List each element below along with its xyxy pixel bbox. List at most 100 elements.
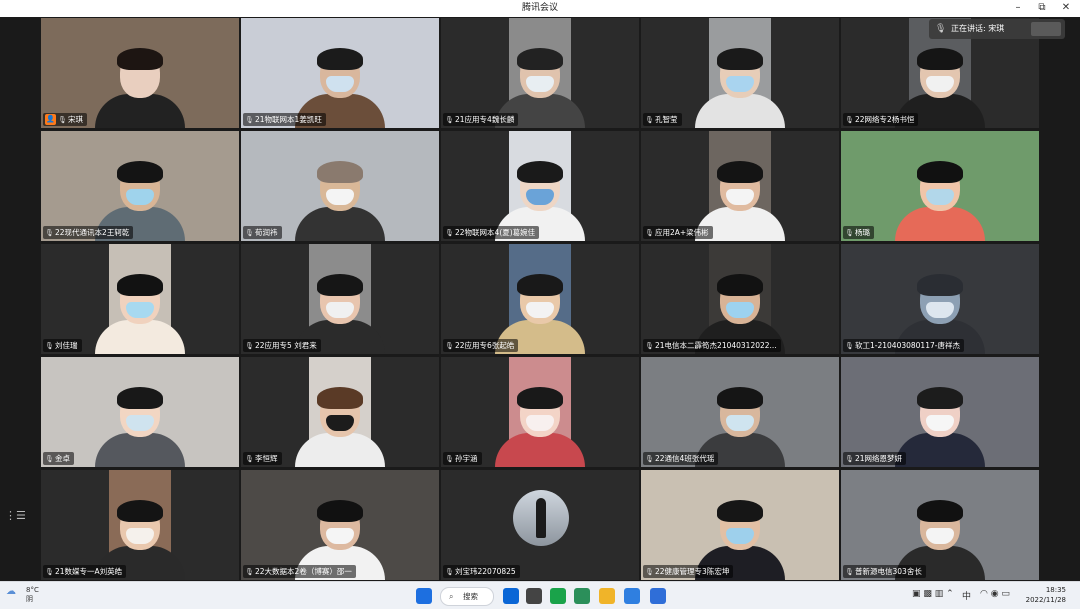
participant-name: 21电信本二霹笱杰21040312022... <box>655 341 777 350</box>
network-volume-battery-icons[interactable]: ◠ ◉ ▭ <box>980 589 1010 599</box>
close-button[interactable]: ✕ <box>1054 0 1078 17</box>
participant-tile[interactable]: 🎙金卓 <box>41 357 239 467</box>
participant-nametag: 👤 🎙宋琪 <box>43 113 87 126</box>
speaking-indicator: 🎙 正在讲话: 宋琪 <box>929 19 1065 39</box>
meeting-stage: 👤 🎙宋琪 🎙21物联网本1姜凯旺 🎙21应用专4魏长麟 🎙孔智莹 🎙22网络专2杨书恒 🎙… <box>0 17 1080 581</box>
mic-icon: 🎙 <box>445 455 454 463</box>
participant-figure <box>95 48 185 128</box>
participant-nametag: 🎙22大数据本2卷（博赛）邵一 <box>243 565 356 578</box>
participant-tile[interactable]: 🎙荀润祎 <box>241 131 439 241</box>
participant-tile[interactable]: 👤 🎙宋琪 <box>41 18 239 128</box>
participant-video <box>841 131 1039 241</box>
participant-nametag: 🎙22健康管理专3陈宏坤 <box>643 565 734 578</box>
participant-figure <box>95 387 185 467</box>
participant-video <box>641 470 839 580</box>
participant-name: 21物联网本1姜凯旺 <box>255 115 322 124</box>
participant-tile[interactable]: 🎙21电信本二霹笱杰21040312022... <box>641 244 839 354</box>
participant-nametag: 🎙孙宇涵 <box>443 452 482 465</box>
participant-figure <box>95 274 185 354</box>
title-bar: 腾讯会议 – ⧉ ✕ <box>0 0 1080 18</box>
participant-video <box>495 357 585 467</box>
participant-tile[interactable]: 🎙普新源电信303舍长 <box>841 470 1039 580</box>
edge-icon[interactable] <box>550 588 566 604</box>
participant-tile[interactable]: 🎙21数媒专一A刘英皓 <box>41 470 239 580</box>
participant-tile[interactable]: 🎙22应用专5 刘君来 <box>241 244 439 354</box>
participant-nametag: 🎙22应用专6张起皓 <box>443 339 519 352</box>
participant-figure <box>895 161 985 241</box>
participant-video <box>841 470 1039 580</box>
participant-tile[interactable]: 🎙孔智莹 <box>641 18 839 128</box>
speaking-label: 正在讲话: 宋琪 <box>951 24 1005 33</box>
mic-icon: 🎙 <box>58 116 67 124</box>
file-explorer-icon[interactable] <box>599 588 615 604</box>
participant-tile[interactable]: 🎙22现代通讯本2王轲乾 <box>41 131 239 241</box>
participant-tile[interactable]: 🎙刘佳瑞 <box>41 244 239 354</box>
participant-name: 普新源电信303舍长 <box>855 567 922 576</box>
mic-icon: 🎙 <box>245 229 254 237</box>
participant-name: 刘宝玮22070825 <box>455 567 516 576</box>
mic-icon: 🎙 <box>645 342 654 350</box>
participant-tile[interactable]: 🎙21物联网本1姜凯旺 <box>241 18 439 128</box>
participant-nametag: 🎙金卓 <box>43 452 74 465</box>
participant-name: 21数媒专一A刘英皓 <box>55 567 123 576</box>
taskbar-search[interactable]: ⌕ 搜索 <box>440 587 494 606</box>
mic-icon: 🎙 <box>45 342 54 350</box>
participant-tile[interactable]: 🎙软工1-210403080117-唐祥杰 <box>841 244 1039 354</box>
participant-name: 应用2A+梁伟彬 <box>655 228 709 237</box>
participant-tile[interactable]: 🎙杨璐 <box>841 131 1039 241</box>
participant-video <box>495 18 585 128</box>
mic-icon: 🎙 <box>845 568 854 576</box>
participant-tile[interactable]: 🎙孙宇涵 <box>441 357 639 467</box>
side-menu-icon[interactable]: ⋮☰ <box>5 509 26 522</box>
participant-tile[interactable]: 🎙刘宝玮22070825 <box>441 470 639 580</box>
participant-tile[interactable]: 🎙22物联网本4(夏)葛婉佳 <box>441 131 639 241</box>
participant-tile[interactable]: 🎙22健康管理专3陈宏坤 <box>641 470 839 580</box>
participant-video <box>641 357 839 467</box>
browser-icon[interactable] <box>574 588 590 604</box>
participant-video <box>695 131 785 241</box>
participant-nametag: 🎙软工1-210403080117-唐祥杰 <box>843 339 964 352</box>
tray-icons[interactable]: ▣ ▩ ▥ ⌃ <box>912 589 954 599</box>
participant-video <box>841 244 1039 354</box>
minimize-button[interactable]: – <box>1006 0 1030 17</box>
tencent-meeting-icon[interactable] <box>650 588 666 604</box>
participant-tile[interactable]: 🎙22通信4班张代瑶 <box>641 357 839 467</box>
participant-tile[interactable]: 🎙21网络恩梦妍 <box>841 357 1039 467</box>
wechat-icon[interactable] <box>526 588 542 604</box>
participant-name: 22大数据本2卷（博赛）邵一 <box>255 567 352 576</box>
mic-icon: 🎙 <box>645 229 654 237</box>
participant-tile[interactable]: 🎙21应用专4魏长麟 <box>441 18 639 128</box>
mic-icon: 🎙 <box>845 116 854 124</box>
participant-nametag: 🎙杨璐 <box>843 226 874 239</box>
participant-name: 22应用专6张起皓 <box>455 341 515 350</box>
participant-nametag: 🎙22应用专5 刘君来 <box>243 339 321 352</box>
participant-figure <box>495 387 585 467</box>
participant-tile[interactable]: 🎙李恒辉 <box>241 357 439 467</box>
participant-video <box>241 131 439 241</box>
host-icon: 👤 <box>45 114 56 125</box>
participant-video <box>695 244 785 354</box>
participant-nametag: 🎙21物联网本1姜凯旺 <box>243 113 326 126</box>
participant-tile[interactable]: 🎙22应用专6张起皓 <box>441 244 639 354</box>
participant-name: 荀润祎 <box>255 228 278 237</box>
microphone-icon: 🎙 <box>935 24 947 34</box>
participant-tile[interactable]: 🎙22大数据本2卷（博赛）邵一 <box>241 470 439 580</box>
participant-tile[interactable]: 🎙应用2A+梁伟彬 <box>641 131 839 241</box>
restore-button[interactable]: ⧉ <box>1030 0 1054 17</box>
participant-nametag: 🎙21网络恩梦妍 <box>843 452 907 465</box>
participant-video <box>95 244 185 354</box>
participant-video <box>241 470 439 580</box>
participant-figure <box>295 161 385 241</box>
start-menu-icon[interactable] <box>416 588 432 604</box>
task-view-icon[interactable] <box>503 588 519 604</box>
participant-name: 22健康管理专3陈宏坤 <box>655 567 730 576</box>
clock[interactable]: 18:35 2022/11/28 <box>1026 585 1066 605</box>
participant-nametag: 🎙21电信本二霹笱杰21040312022... <box>643 339 781 352</box>
app-icon[interactable] <box>624 588 640 604</box>
search-label: 搜索 <box>463 592 478 601</box>
participant-name: 软工1-210403080117-唐祥杰 <box>855 341 960 350</box>
participant-name: 22物联网本4(夏)葛婉佳 <box>455 228 536 237</box>
participant-nametag: 🎙应用2A+梁伟彬 <box>643 226 713 239</box>
participant-nametag: 🎙21应用专4魏长麟 <box>443 113 519 126</box>
ime-indicator[interactable]: 中 <box>962 589 971 602</box>
